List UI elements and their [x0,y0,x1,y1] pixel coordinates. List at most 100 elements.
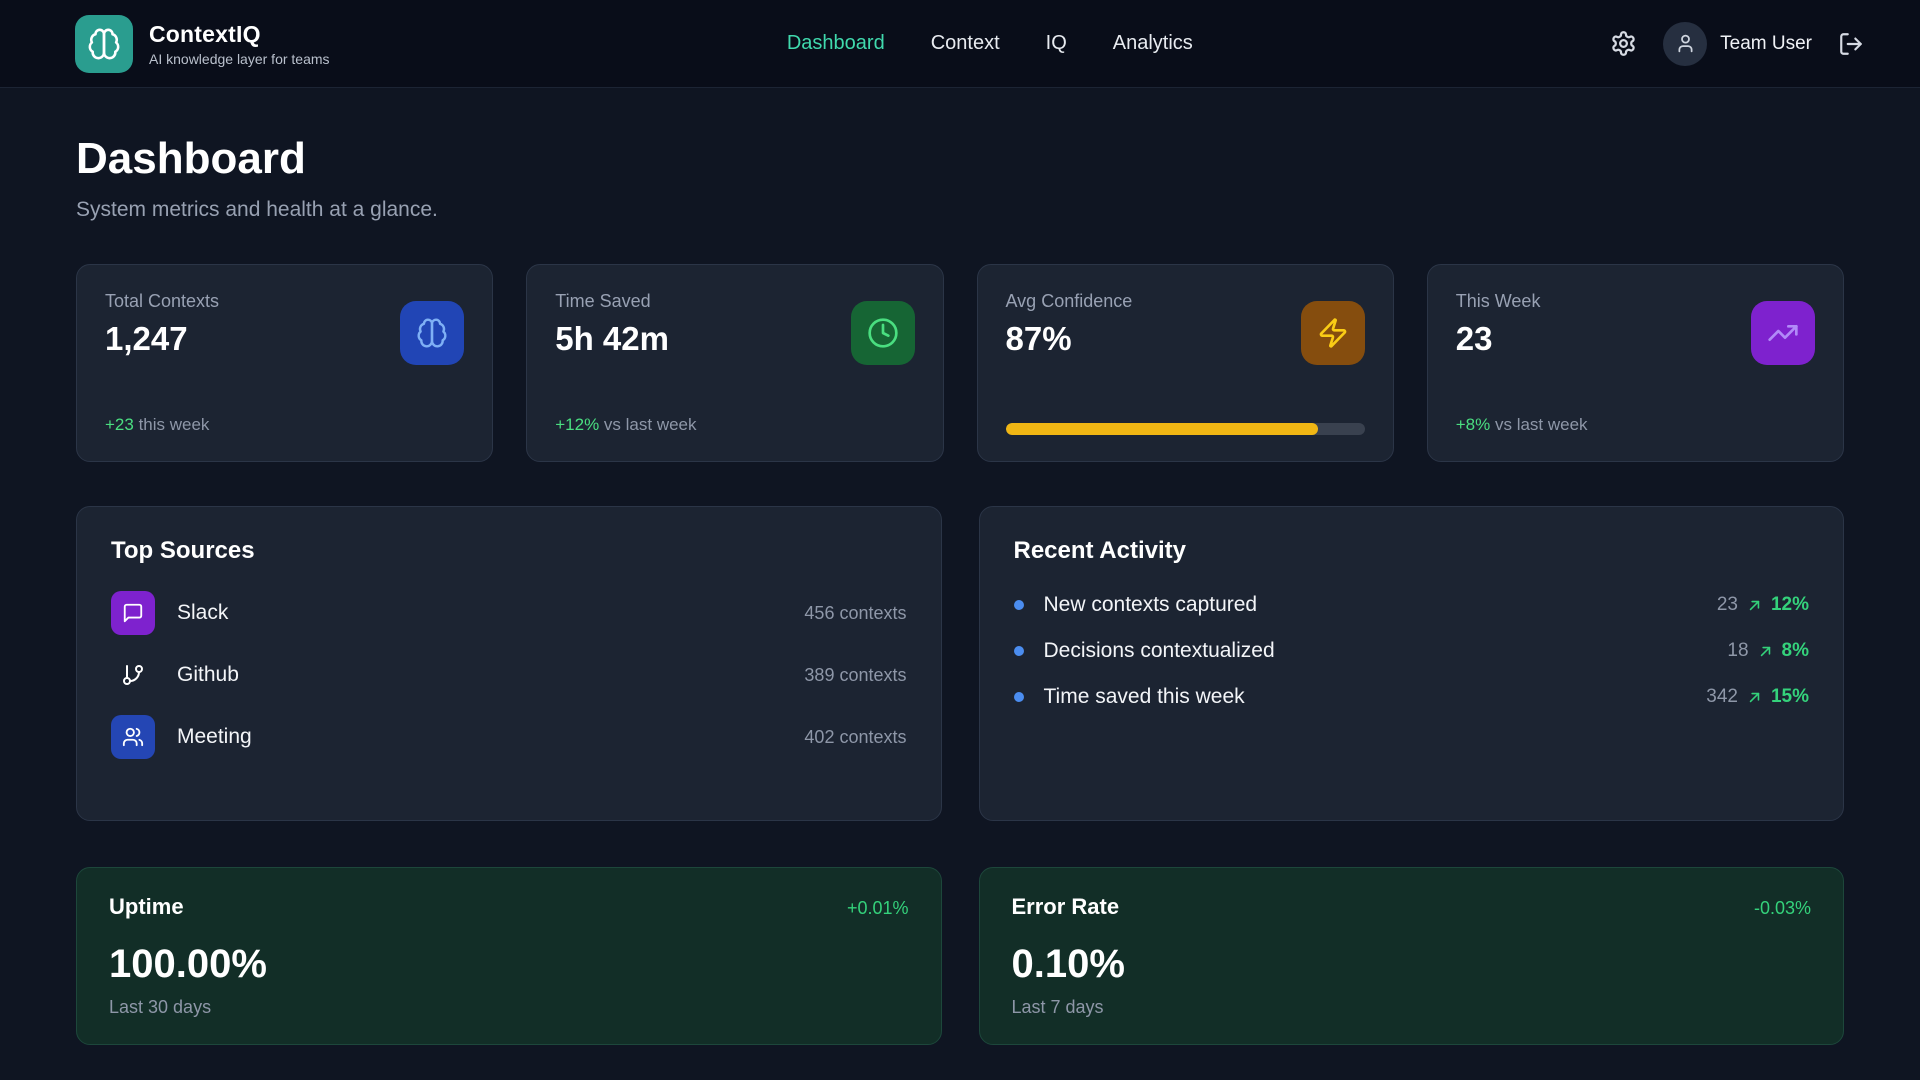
activity-label: Time saved this week [1044,685,1245,709]
dashboard-main: Dashboard System metrics and health at a… [0,88,1920,1045]
health-card-header: Uptime +0.01% [109,894,909,920]
source-row-meeting: Meeting 402 contexts [111,715,907,759]
user-icon [1675,33,1696,54]
metric-cards: Total Contexts 1,247 +23 this week Time … [76,264,1844,462]
delta-suffix: this week [134,415,210,434]
nav-item-iq[interactable]: IQ [1046,32,1067,55]
main-nav: Dashboard Context IQ Analytics [747,32,1193,55]
users-icon [122,726,144,748]
health-delta: +0.01% [847,898,909,919]
activity-bullet [1014,646,1024,656]
arrow-up-right-icon [1756,642,1775,661]
source-name: Slack [177,601,228,625]
activity-value: 18 [1727,640,1748,662]
health-card-header: Error Rate -0.03% [1012,894,1812,920]
nav-item-context[interactable]: Context [931,32,1000,55]
health-label: Error Rate [1012,894,1120,920]
git-branch-icon [121,663,145,687]
delta-value: +8% [1456,415,1491,434]
activity-row: Time saved this week 342 15% [1014,685,1810,709]
confidence-progress-bar [1006,423,1365,435]
metric-card-avg-confidence: Avg Confidence 87% [977,264,1394,462]
logout-button[interactable] [1838,31,1864,57]
nav-item-analytics[interactable]: Analytics [1113,32,1193,55]
panel-title: Recent Activity [1014,537,1810,565]
page-title: Dashboard [76,134,1844,184]
activity-label: Decisions contextualized [1044,639,1275,663]
health-cards: Uptime +0.01% 100.00% Last 30 days Error… [76,867,1844,1045]
source-count: 456 contexts [804,603,906,624]
source-name: Github [177,663,239,687]
recent-activity-panel: Recent Activity New contexts captured 23… [979,506,1845,821]
activity-stats: 18 8% [1727,640,1809,662]
brain-icon [416,317,448,349]
delta-suffix: vs last week [1490,415,1587,434]
logout-icon [1838,31,1864,57]
source-name: Meeting [177,725,252,749]
user-menu[interactable]: Team User [1663,22,1812,66]
nav-item-dashboard[interactable]: Dashboard [787,32,885,55]
source-row-slack: Slack 456 contexts [111,591,907,635]
health-delta: -0.03% [1754,898,1811,919]
health-period: Last 7 days [1012,997,1812,1018]
health-label: Uptime [109,894,184,920]
activity-label: New contexts captured [1044,593,1258,617]
activity-value: 342 [1706,686,1738,708]
activity-bullet [1014,692,1024,702]
error-rate-card: Error Rate -0.03% 0.10% Last 7 days [979,867,1845,1045]
activity-pct: 8% [1782,640,1809,662]
activity-stats: 342 15% [1706,686,1809,708]
delta-value: +12% [555,415,599,434]
confidence-progress-fill [1006,423,1319,435]
brand-logo [75,15,133,73]
metric-icon-tile [1751,301,1815,365]
brand-name: ContextIQ [149,21,330,48]
source-icon-tile [111,715,155,759]
metric-card-time-saved: Time Saved 5h 42m +12% vs last week [526,264,943,462]
source-icon-tile [111,653,155,697]
source-list: Slack 456 contexts Github 389 contexts [111,591,907,759]
activity-row: Decisions contextualized 18 8% [1014,639,1810,663]
activity-stats: 23 12% [1717,594,1809,616]
zap-icon [1317,317,1349,349]
metric-delta-line: +8% vs last week [1456,415,1815,435]
settings-button[interactable] [1610,30,1637,57]
activity-row: New contexts captured 23 12% [1014,593,1810,617]
arrow-up-right-icon [1745,596,1764,615]
gear-icon [1610,30,1637,57]
middle-panels: Top Sources Slack 456 contexts [76,506,1844,821]
health-value: 0.10% [1012,942,1812,987]
metric-icon-tile [1301,301,1365,365]
avatar [1663,22,1707,66]
activity-bullet [1014,600,1024,610]
panel-title: Top Sources [111,537,907,565]
arrow-up-right-icon [1745,688,1764,707]
activity-pct: 15% [1771,686,1809,708]
health-value: 100.00% [109,942,909,987]
trending-up-icon [1767,317,1799,349]
health-period: Last 30 days [109,997,909,1018]
source-count: 389 contexts [804,665,906,686]
activity-pct: 12% [1771,594,1809,616]
header-right: Team User [1610,22,1864,66]
app-header: ContextIQ AI knowledge layer for teams D… [0,0,1920,88]
activity-value: 23 [1717,594,1738,616]
activity-list: New contexts captured 23 12% Decisions c… [1014,593,1810,709]
source-icon-tile [111,591,155,635]
metric-icon-tile [851,301,915,365]
page-subtitle: System metrics and health at a glance. [76,198,1844,222]
metric-card-this-week: This Week 23 +8% vs last week [1427,264,1844,462]
metric-delta-line: +12% vs last week [555,415,914,435]
delta-suffix: vs last week [599,415,696,434]
source-row-github: Github 389 contexts [111,653,907,697]
metric-delta-line: +23 this week [105,415,464,435]
user-name: Team User [1720,33,1812,55]
metric-card-total-contexts: Total Contexts 1,247 +23 this week [76,264,493,462]
brand: ContextIQ AI knowledge layer for teams [75,15,330,73]
uptime-card: Uptime +0.01% 100.00% Last 30 days [76,867,942,1045]
metric-icon-tile [400,301,464,365]
brand-tagline: AI knowledge layer for teams [149,51,330,67]
top-sources-panel: Top Sources Slack 456 contexts [76,506,942,821]
source-count: 402 contexts [804,727,906,748]
message-square-icon [122,602,144,624]
